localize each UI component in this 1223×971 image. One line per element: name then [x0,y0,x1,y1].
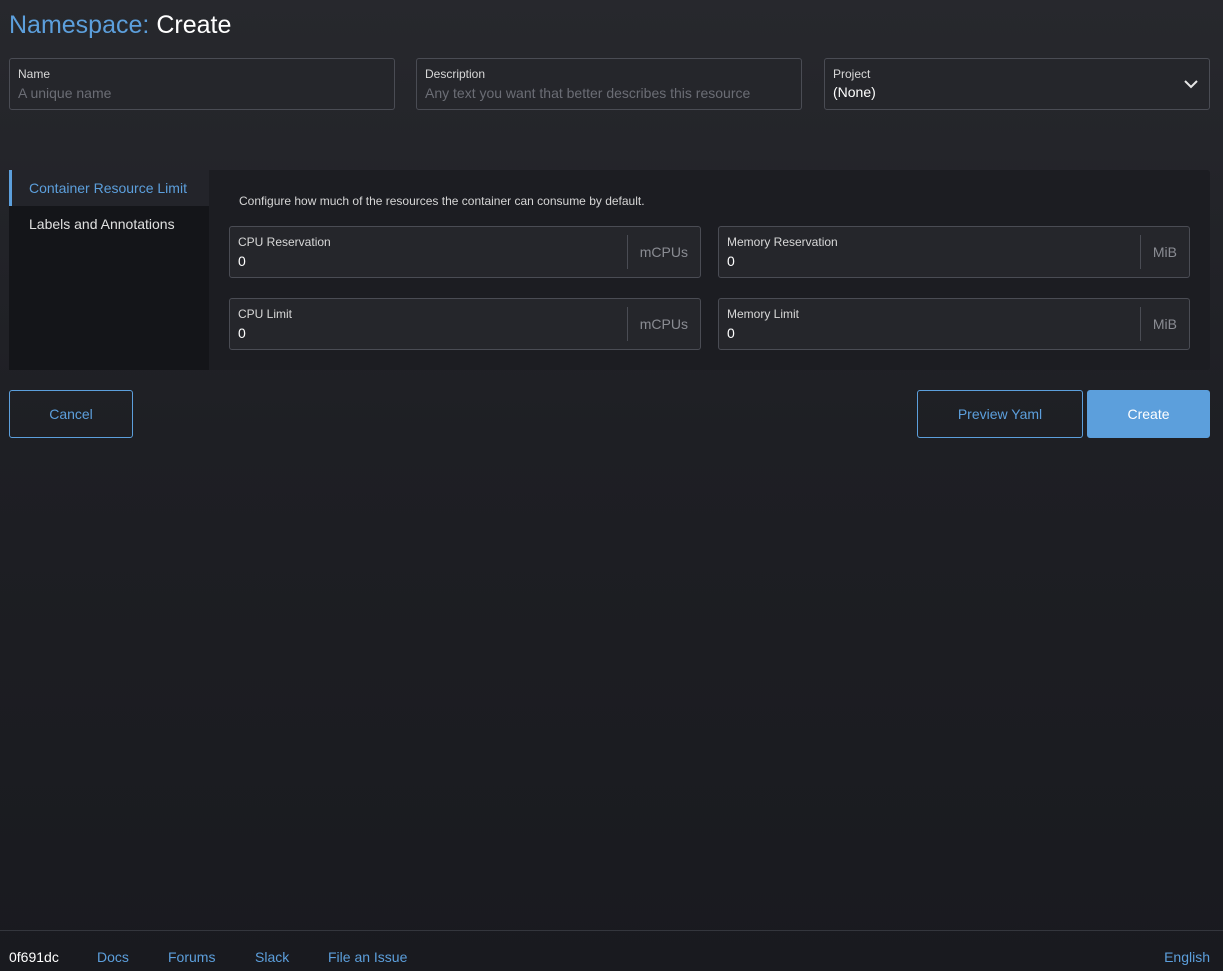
tab-labels-and-annotations[interactable]: Labels and Annotations [9,206,209,242]
cpu-limit-input[interactable] [238,325,598,341]
project-select[interactable]: Project (None) [824,58,1210,110]
cpu-reservation-label: CPU Reservation [238,235,331,249]
memory-limit-unit: MiB [1139,307,1189,341]
breadcrumb-resource[interactable]: Namespace: [9,11,149,39]
footer-link-forums[interactable]: Forums [168,949,215,965]
cpu-limit-unit: mCPUs [626,307,700,341]
chevron-down-icon[interactable] [1183,76,1199,92]
preview-yaml-button[interactable]: Preview Yaml [917,390,1083,438]
description-field[interactable]: Description [416,58,802,110]
project-label: Project [833,67,871,81]
footer: 0f691dc Docs Forums Slack File an Issue … [0,930,1223,971]
description-input[interactable] [425,85,793,101]
name-input[interactable] [18,85,386,101]
memory-reservation-input[interactable] [727,253,1087,269]
memory-limit-input[interactable] [727,325,1087,341]
project-value: (None) [833,84,876,100]
cpu-limit-label: CPU Limit [238,307,293,321]
cancel-button[interactable]: Cancel [9,390,133,438]
footer-link-file-issue[interactable]: File an Issue [328,949,407,965]
resource-panel: Container Resource Limit Labels and Anno… [9,170,1210,370]
resource-description: Configure how much of the resources the … [239,194,645,208]
memory-reservation-label: Memory Reservation [727,235,838,249]
memory-limit-label: Memory Limit [727,307,800,321]
cpu-reservation-field[interactable]: CPU Reservation mCPUs [229,226,701,278]
description-label: Description [425,67,486,81]
memory-reservation-field[interactable]: Memory Reservation MiB [718,226,1190,278]
name-label: Name [18,67,51,81]
cpu-reservation-unit: mCPUs [626,235,700,269]
memory-reservation-unit: MiB [1139,235,1189,269]
version-label: 0f691dc [9,949,59,965]
name-field[interactable]: Name [9,58,395,110]
create-button[interactable]: Create [1087,390,1210,438]
tab-container-resource-limit[interactable]: Container Resource Limit [9,170,209,206]
cpu-limit-field[interactable]: CPU Limit mCPUs [229,298,701,350]
cpu-reservation-input[interactable] [238,253,598,269]
memory-limit-field[interactable]: Memory Limit MiB [718,298,1190,350]
footer-link-docs[interactable]: Docs [97,949,129,965]
footer-link-slack[interactable]: Slack [255,949,289,965]
page-action: Create [156,11,232,39]
page-title: Namespace: Create [9,10,231,40]
side-tabs: Container Resource Limit Labels and Anno… [9,170,209,370]
language-selector[interactable]: English [1164,949,1210,965]
